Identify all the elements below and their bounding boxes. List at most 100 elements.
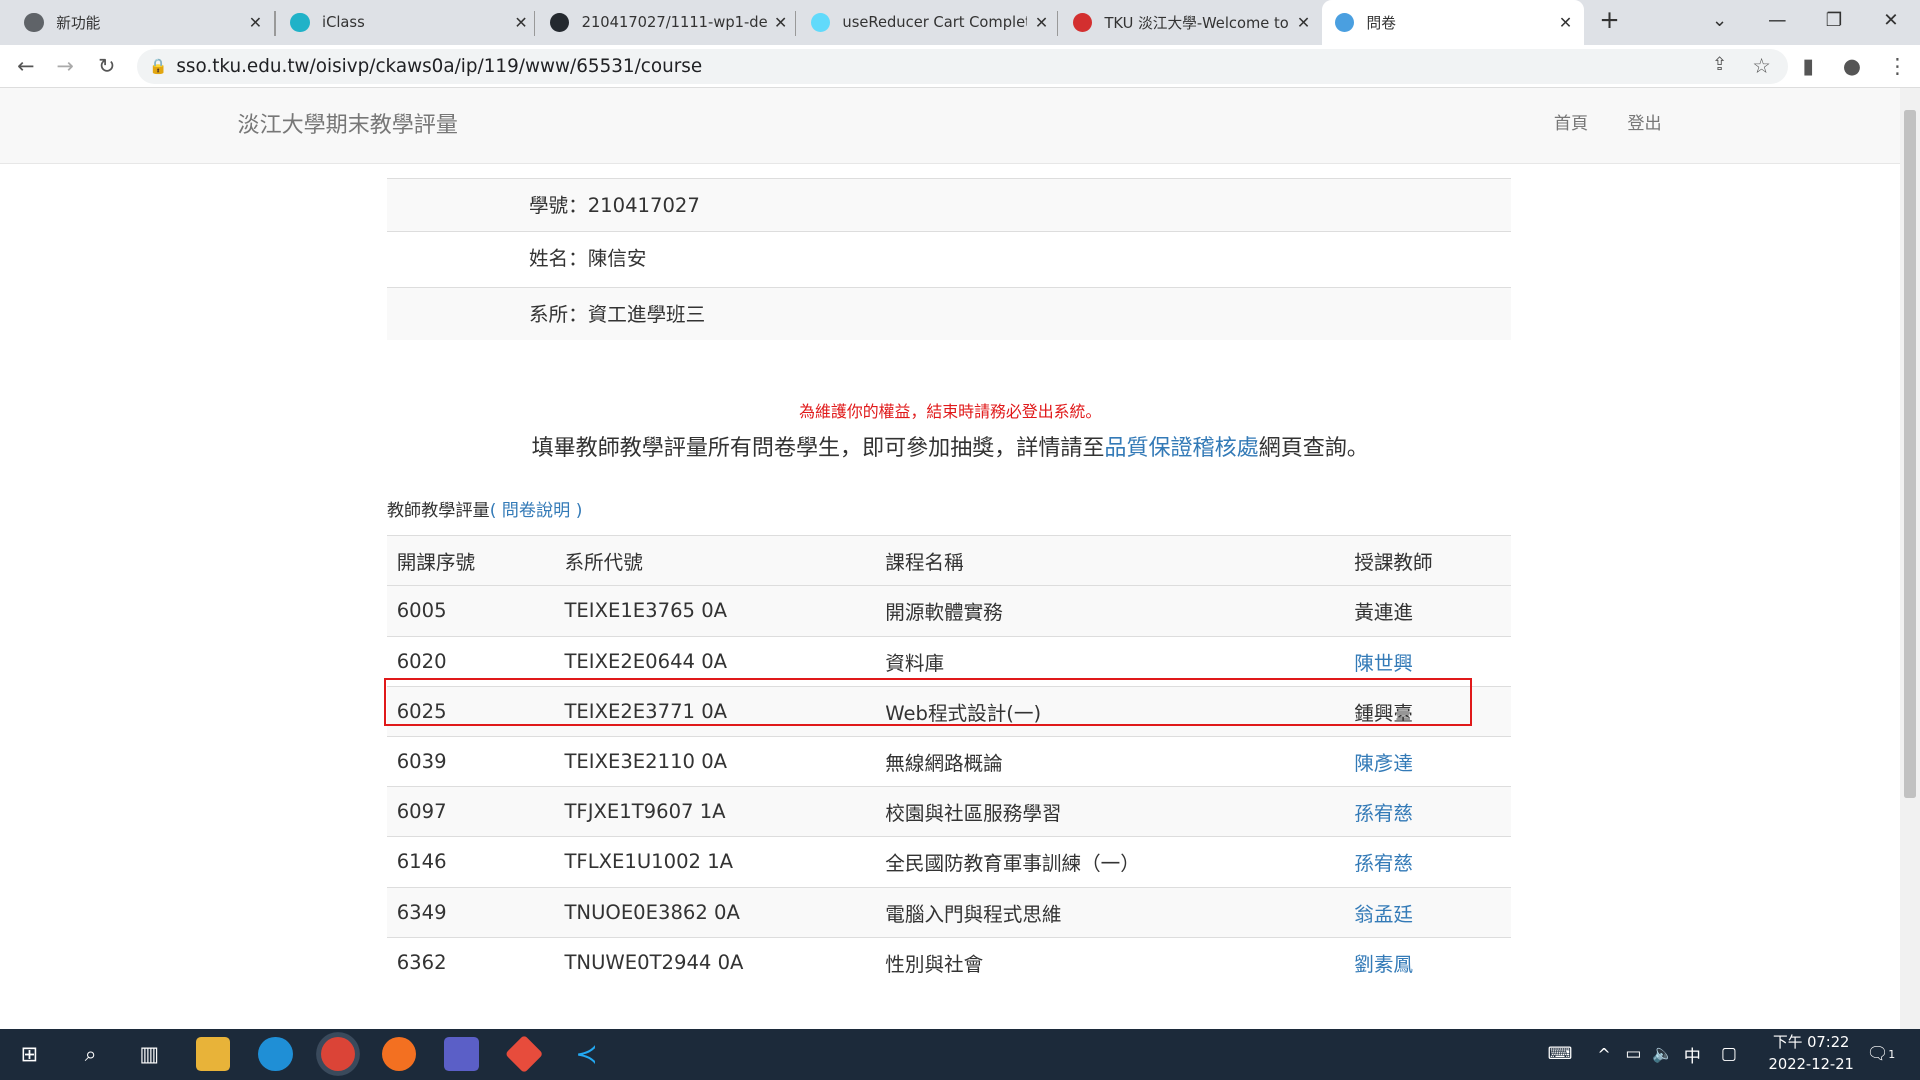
- tab-favicon-icon: [24, 12, 45, 33]
- tab-title: iClass: [322, 14, 365, 32]
- table-row: 6146 TFLXE1U1002 1A 全民國防教育軍事訓練（一） 孫宥慈: [386, 836, 1512, 888]
- tab-close-icon[interactable]: ✕: [774, 13, 787, 32]
- dept-code: TFLXE1U1002 1A: [554, 836, 876, 888]
- section-caption: 教師教學評量( 問卷說明 ): [387, 496, 583, 521]
- back-icon[interactable]: ←: [17, 54, 34, 78]
- site-brand[interactable]: 淡江大學期末教學評量: [238, 107, 458, 139]
- windows-start-icon[interactable]: ⊞: [12, 1037, 46, 1071]
- table-row: 6362 TNUWE0T2944 0A 性別與社會 劉素鳳: [386, 936, 1512, 988]
- course-no: 6349: [386, 886, 555, 938]
- highlight-box: [384, 678, 1472, 727]
- teacher-survey-link[interactable]: 孫宥慈: [1354, 852, 1413, 875]
- tab-title: 210417027/1111-wp1-de: [581, 14, 767, 32]
- vscode-icon[interactable]: ≺: [569, 1037, 603, 1071]
- minimize-button[interactable]: —: [1768, 10, 1786, 31]
- task-view-icon[interactable]: ▥: [132, 1037, 166, 1071]
- chrome-icon[interactable]: [320, 1037, 356, 1072]
- course-name: 性別與社會: [875, 936, 1345, 988]
- notification-icon[interactable]: 🗨 1: [1864, 1037, 1898, 1071]
- tab-favicon-icon: [290, 12, 310, 33]
- tab-separator: [794, 11, 796, 36]
- address-bar-row: ← → ↻ 🔒 sso.tku.edu.tw/oisivp/ckaws0a/ip/…: [0, 45, 1920, 89]
- course-no: 6039: [386, 735, 555, 787]
- git-icon[interactable]: [504, 1034, 544, 1074]
- teacher-survey-link[interactable]: 孫宥慈: [1354, 802, 1413, 825]
- browser-tab[interactable]: useReducer Cart Complet ✕: [798, 0, 1060, 45]
- teacher-survey-link[interactable]: 陳彥達: [1354, 752, 1413, 775]
- notification-count: 1: [1888, 1047, 1896, 1061]
- tab-favicon-icon: [1334, 12, 1355, 33]
- tab-separator: [1056, 11, 1058, 36]
- scrollbar-thumb[interactable]: [1904, 110, 1917, 799]
- notice-text-end: 網頁查詢。: [1258, 435, 1369, 461]
- tab-close-icon[interactable]: ✕: [1035, 13, 1048, 32]
- tab-title: TKU 淡江大學-Welcome to: [1104, 15, 1289, 33]
- ime-indicator[interactable]: 中: [1675, 1037, 1709, 1071]
- teacher-survey-link[interactable]: 翁孟廷: [1354, 903, 1413, 926]
- table-header: 開課序號 系所代號 課程名稱 授課教師: [386, 535, 1512, 586]
- scrollbar[interactable]: [1900, 88, 1920, 1029]
- table-row: 6097 TFJXE1T9607 1A 校園與社區服務學習 孫宥慈: [386, 786, 1512, 837]
- course-name: 校園與社區服務學習: [875, 786, 1345, 837]
- teams-icon[interactable]: [444, 1037, 479, 1072]
- tab-close-icon[interactable]: ✕: [1559, 13, 1572, 32]
- dept-code: TEIXE3E2110 0A: [554, 735, 876, 787]
- side-panel-icon[interactable]: ▮: [1802, 54, 1813, 78]
- browser-tab[interactable]: 問卷 ✕: [1322, 0, 1585, 46]
- new-tab-button[interactable]: +: [1599, 5, 1620, 34]
- col-header-teacher: 授課教師: [1344, 535, 1512, 586]
- col-header-code: 系所代號: [554, 535, 876, 586]
- survey-help-link[interactable]: ( 問卷說明 ): [490, 501, 583, 521]
- table-row: 6039 TEIXE3E2110 0A 無線網路概論 陳彥達: [386, 735, 1512, 787]
- forward-icon[interactable]: →: [56, 54, 73, 78]
- browser-tab[interactable]: TKU 淡江大學-Welcome to ✕: [1060, 0, 1322, 45]
- tab-close-icon[interactable]: ✕: [1297, 13, 1310, 32]
- qa-office-link[interactable]: 品質保證稽核處: [1104, 436, 1258, 461]
- tab-title: 問卷: [1366, 15, 1396, 33]
- dept-code: TEIXE1E3765 0A: [554, 585, 876, 636]
- student-dept: 系所：資工進學班三: [386, 286, 1512, 341]
- maximize-button[interactable]: ❐: [1826, 10, 1842, 31]
- browser-tab[interactable]: 210417027/1111-wp1-de ✕: [538, 0, 800, 45]
- browser-tab[interactable]: 新功能 ✕: [12, 0, 274, 45]
- tab-search-icon[interactable]: ⌄: [1712, 10, 1727, 31]
- url-input[interactable]: 🔒 sso.tku.edu.tw/oisivp/ckaws0a/ip/119/ww…: [137, 48, 1788, 85]
- profile-avatar[interactable]: ●: [1843, 54, 1861, 78]
- teacher-survey-link[interactable]: 陳世興: [1354, 652, 1413, 675]
- student-name: 姓名：陳信安: [386, 231, 1512, 285]
- course-no: 6362: [386, 936, 555, 988]
- ime-mode-icon[interactable]: ▢: [1712, 1037, 1746, 1071]
- teacher-survey-link[interactable]: 劉素鳳: [1354, 953, 1413, 976]
- close-window-button[interactable]: ✕: [1883, 10, 1898, 31]
- dept-code: TNUOE0E3862 0A: [554, 886, 876, 938]
- course-name: 電腦入門與程式思維: [875, 886, 1345, 938]
- course-name: 開源軟體實務: [875, 585, 1345, 636]
- home-link[interactable]: 首頁: [1554, 109, 1588, 134]
- tab-favicon-icon: [1072, 12, 1093, 33]
- firefox-icon[interactable]: [382, 1037, 417, 1072]
- lock-icon: 🔒: [149, 57, 168, 75]
- tab-title: 新功能: [56, 15, 101, 33]
- col-header-no: 開課序號: [386, 535, 555, 586]
- bookmark-star-icon[interactable]: ☆: [1752, 54, 1771, 78]
- share-icon[interactable]: ⇪: [1712, 54, 1727, 75]
- col-header-course: 課程名稱: [875, 535, 1345, 586]
- tab-close-icon[interactable]: ✕: [249, 13, 262, 32]
- logout-link[interactable]: 登出: [1627, 109, 1661, 134]
- edge-icon[interactable]: [258, 1037, 293, 1072]
- menu-icon[interactable]: ⋮: [1887, 54, 1908, 78]
- course-no: 6005: [386, 585, 555, 636]
- tab-title: useReducer Cart Complet: [842, 14, 1028, 32]
- file-explorer-icon[interactable]: [195, 1037, 231, 1072]
- search-icon[interactable]: ⌕: [73, 1037, 107, 1071]
- reload-icon[interactable]: ↻: [98, 54, 115, 78]
- browser-tab[interactable]: iClass ✕: [278, 0, 540, 45]
- keyboard-icon[interactable]: ⌨: [1543, 1037, 1577, 1071]
- url-text: sso.tku.edu.tw/oisivp/ckaws0a/ip/119/www…: [176, 55, 703, 77]
- clock-date: 2022-12-21: [1768, 1056, 1854, 1074]
- caption-label: 教師教學評量: [386, 500, 490, 521]
- tab-close-icon[interactable]: ✕: [514, 13, 527, 32]
- course-name: 無線網路概論: [875, 735, 1345, 787]
- dept-code: TNUWE0T2944 0A: [554, 936, 876, 988]
- clock[interactable]: 下午 07:22 2022-12-21: [1769, 1032, 1854, 1076]
